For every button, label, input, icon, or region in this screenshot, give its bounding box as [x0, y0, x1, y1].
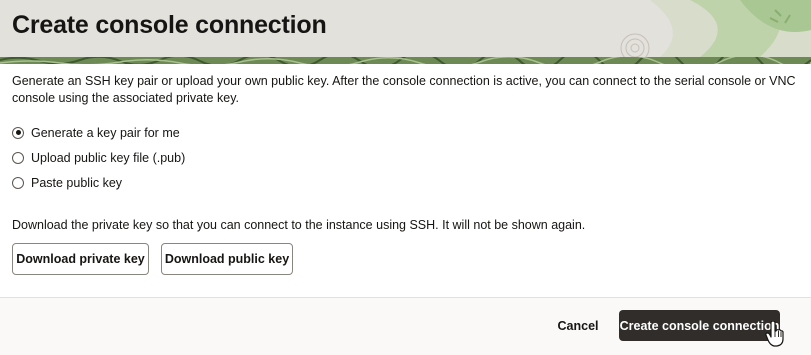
radio-unselected-icon[interactable]: [12, 176, 24, 189]
radio-label: Generate a key pair for me: [31, 125, 180, 140]
create-console-connection-button[interactable]: Create console connection: [619, 310, 780, 341]
radio-option-paste[interactable]: Paste public key: [12, 170, 185, 195]
intro-text: Generate an SSH key pair or upload your …: [12, 74, 796, 105]
intro-section: Generate an SSH key pair or upload your …: [12, 73, 802, 107]
page-title: Create console connection: [12, 11, 327, 39]
hand-pointer-icon: [765, 321, 784, 347]
radio-label: Upload public key file (.pub): [31, 150, 186, 165]
radio-selected-icon[interactable]: [12, 126, 24, 139]
key-option-radio-group: Generate a key pair for me Upload public…: [12, 120, 185, 195]
panel-header: Create console connection: [0, 0, 811, 57]
radio-option-generate[interactable]: Generate a key pair for me: [12, 120, 185, 145]
radio-option-upload[interactable]: Upload public key file (.pub): [12, 145, 185, 170]
download-private-key-button[interactable]: Download private key: [12, 243, 149, 275]
cancel-button[interactable]: Cancel: [548, 312, 608, 340]
download-note: Download the private key so that you can…: [12, 218, 586, 232]
download-public-key-button[interactable]: Download public key: [161, 243, 293, 275]
header-pattern-band: [0, 57, 811, 64]
radio-unselected-icon[interactable]: [12, 151, 24, 164]
radio-label: Paste public key: [31, 175, 123, 190]
